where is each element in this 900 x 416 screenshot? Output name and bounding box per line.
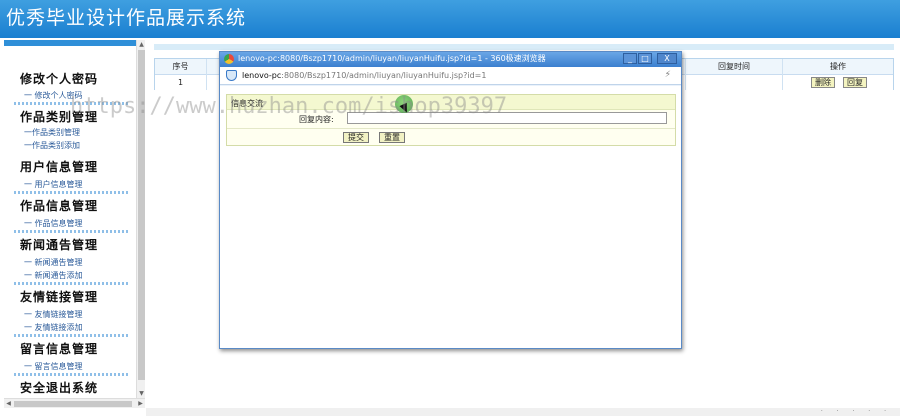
- lightning-icon[interactable]: ⚡: [665, 70, 671, 80]
- divider: [14, 373, 130, 376]
- popup-titlebar[interactable]: lenovo-pc:8080/Bszp1710/admin/liuyan/liu…: [220, 52, 681, 67]
- column-header-reply-time: 回复时间: [685, 59, 783, 75]
- divider: [14, 230, 130, 233]
- scroll-up-icon[interactable]: ▲: [137, 40, 146, 49]
- submit-button[interactable]: 提交: [343, 132, 369, 143]
- address-bar[interactable]: lenovo-pc:8080/Bszp1710/admin/liuyan/liu…: [220, 67, 681, 85]
- sidebar-item-works-manage[interactable]: 一 作品信息管理: [24, 218, 83, 229]
- sidebar-item-links-add[interactable]: 一 友情链接添加: [24, 322, 83, 333]
- content-top-bar: [154, 44, 894, 50]
- column-header-ops: 操作: [830, 62, 846, 71]
- menu-group-title[interactable]: 留言信息管理: [20, 340, 98, 357]
- reset-button[interactable]: 重置: [379, 132, 405, 143]
- sidebar-item-user-manage[interactable]: 一 用户信息管理: [24, 179, 83, 190]
- cell-seq: 1: [155, 75, 207, 90]
- cell-reply-time: [685, 75, 783, 90]
- address-url[interactable]: lenovo-pc:8080/Bszp1710/admin/liuyan/liu…: [242, 71, 486, 80]
- sidebar-item-news-add[interactable]: 一 新闻通告添加: [24, 270, 83, 281]
- app-title: 优秀毕业设计作品展示系统: [6, 7, 247, 29]
- sidebar-item-news-manage[interactable]: 一 新闻通告管理: [24, 257, 83, 268]
- scroll-left-icon[interactable]: ◀: [4, 399, 13, 409]
- divider: [227, 128, 675, 129]
- browser-logo-icon: [224, 54, 234, 64]
- divider: [14, 282, 130, 285]
- scroll-right-icon[interactable]: ▶: [136, 399, 145, 409]
- close-icon[interactable]: X: [657, 53, 677, 64]
- sidebar-item-category-manage[interactable]: 一作品类别管理: [24, 127, 80, 138]
- menu-group-title[interactable]: 友情链接管理: [20, 288, 98, 305]
- sidebar-item-links-manage[interactable]: 一 友情链接管理: [24, 309, 83, 320]
- delete-button[interactable]: 删除: [811, 77, 835, 88]
- divider: [14, 191, 130, 194]
- menu-group-title[interactable]: 作品信息管理: [20, 197, 98, 214]
- sidebar-item-category-add[interactable]: 一作品类别添加: [24, 140, 80, 151]
- screen: 优秀毕业设计作品展示系统 修改个人密码 一 修改个人密码 作品类别管理 一作品类…: [0, 0, 900, 416]
- menu-group-title[interactable]: 用户信息管理: [20, 158, 98, 175]
- scroll-down-icon[interactable]: ▼: [137, 389, 146, 398]
- popup-content: 信息交流 回复内容: 提交 重置: [220, 86, 681, 348]
- sidebar-horizontal-scrollbar[interactable]: ◀ ▶: [4, 398, 145, 408]
- status-strip: · · · · ·: [146, 408, 900, 416]
- watermark-text: https://www.huzhan.com/ishop39397: [70, 94, 508, 119]
- app-header: 优秀毕业设计作品展示系统: [0, 0, 900, 38]
- maximize-icon[interactable]: □: [638, 53, 652, 64]
- popup-title: lenovo-pc:8080/Bszp1710/admin/liuyan/liu…: [238, 54, 546, 63]
- shield-icon: [226, 70, 237, 81]
- reply-button[interactable]: 回复: [843, 77, 867, 88]
- menu-group-title[interactable]: 新闻通告管理: [20, 236, 98, 253]
- sidebar-item-messages-manage[interactable]: 一 留言信息管理: [24, 361, 83, 372]
- column-header-seq: 序号: [155, 59, 207, 75]
- scrollbar-thumb[interactable]: [14, 401, 132, 407]
- minimize-icon[interactable]: _: [623, 53, 637, 64]
- divider: [14, 334, 130, 337]
- cell-ops: 删除 回复: [783, 75, 893, 90]
- menu-group-title[interactable]: 修改个人密码: [20, 70, 98, 87]
- menu-group-title[interactable]: 安全退出系统: [20, 379, 98, 396]
- status-dots: · · · · ·: [820, 408, 892, 415]
